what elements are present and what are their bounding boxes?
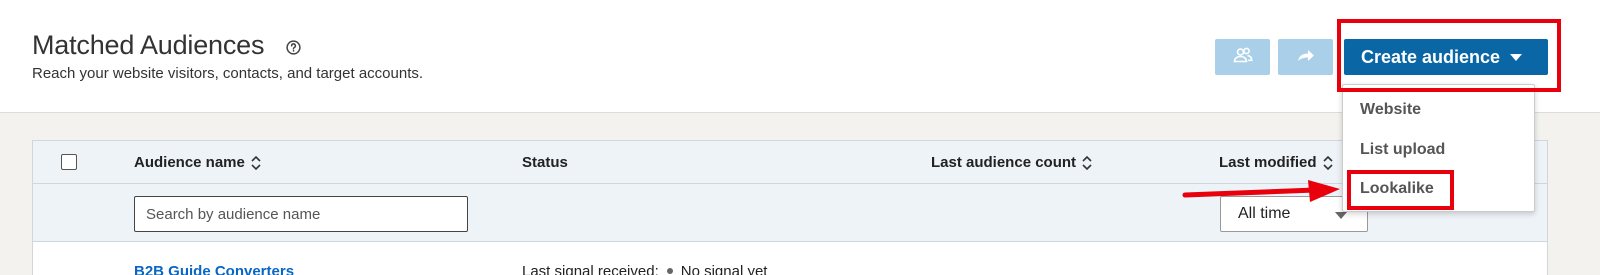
column-label: Last audience count [931, 154, 1077, 171]
menu-item-website[interactable]: Website [1360, 101, 1421, 119]
create-audience-menu: Website List upload Lookalike [1342, 84, 1535, 212]
menu-item-lookalike[interactable]: Lookalike [1360, 180, 1434, 198]
page-title: Matched Audiences [32, 30, 265, 60]
people-icon [1233, 46, 1253, 69]
create-audience-label: Create audience [1361, 46, 1501, 67]
question-circle-icon[interactable] [286, 40, 301, 55]
row-status: Last signal received: No signal yet [522, 263, 767, 275]
sort-icon [1082, 155, 1092, 170]
status-label: Last signal received: [522, 263, 659, 275]
time-filter-value: All time [1238, 205, 1291, 222]
status-value: No signal yet [680, 263, 768, 275]
column-label: Status [522, 154, 568, 171]
share-button[interactable] [1278, 39, 1333, 75]
people-button[interactable] [1215, 39, 1270, 75]
page-subtitle: Reach your website visitors, contacts, a… [32, 65, 424, 82]
share-arrow-icon [1296, 46, 1316, 69]
menu-item-list-upload[interactable]: List upload [1360, 141, 1445, 159]
filter-row: All time [33, 184, 1547, 242]
search-audience-input[interactable] [134, 196, 468, 232]
column-status: Status [522, 154, 568, 171]
sort-icon [251, 155, 261, 170]
column-audience-name[interactable]: Audience name [134, 154, 261, 171]
select-all-checkbox[interactable] [61, 154, 77, 170]
column-label: Last modified [1219, 154, 1317, 171]
caret-down-icon [1335, 212, 1347, 219]
status-dot-icon [666, 268, 673, 275]
create-audience-button[interactable]: Create audience [1344, 39, 1548, 75]
column-last-audience-count[interactable]: Last audience count [931, 154, 1092, 171]
column-label: Audience name [134, 154, 245, 171]
table-header-row: Audience name Status Last audience count… [33, 141, 1547, 184]
caret-down-icon [1510, 53, 1523, 61]
audience-name-link[interactable]: B2B Guide Converters [134, 263, 294, 275]
audience-table: Audience name Status Last audience count… [32, 140, 1548, 275]
sort-icon [1322, 155, 1333, 170]
column-last-modified[interactable]: Last modified [1219, 154, 1333, 171]
